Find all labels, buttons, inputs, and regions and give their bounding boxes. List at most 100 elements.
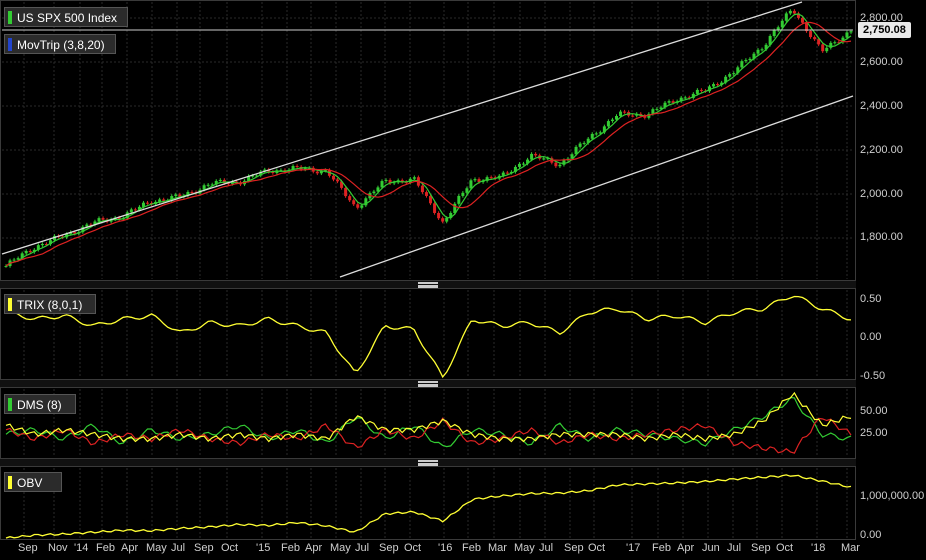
series-label-text: US SPX 500 Index — [17, 11, 118, 25]
candle-body — [558, 164, 562, 167]
candle-body — [469, 180, 473, 189]
candle-body — [772, 30, 776, 37]
candle-body — [562, 160, 566, 165]
time-axis-label: Apr — [121, 542, 139, 554]
time-axis-label: Sep — [751, 542, 771, 554]
candle-body — [699, 89, 703, 91]
candle-body — [162, 199, 166, 201]
candle-body — [683, 97, 687, 99]
candle-body — [4, 266, 8, 268]
candle-body — [445, 217, 449, 222]
time-axis-label: Sep — [379, 542, 399, 554]
candle-body — [12, 259, 16, 261]
time-axis-label: Oct — [776, 542, 794, 554]
candle-body — [344, 187, 348, 197]
candle-body — [821, 44, 825, 52]
candle-body — [623, 111, 627, 113]
time-axis-label: Feb — [281, 542, 300, 554]
candle-body — [97, 218, 101, 222]
candle-body — [825, 47, 829, 52]
candle-body — [522, 163, 526, 165]
candle-body — [433, 203, 437, 213]
candle-body — [517, 163, 521, 167]
candle-body — [372, 191, 376, 194]
candle-body — [744, 59, 748, 62]
time-axis-label: Feb — [652, 542, 671, 554]
candle-body — [756, 49, 760, 54]
candle-body — [424, 192, 428, 196]
candle-body — [146, 202, 150, 204]
time-axis-label: Oct — [588, 542, 606, 554]
candle-body — [384, 180, 388, 182]
candle-body — [740, 61, 744, 68]
time-axis-label: '14 — [74, 542, 89, 554]
candle-body — [352, 200, 356, 205]
candle-body — [542, 158, 546, 160]
candle-body — [760, 49, 764, 51]
candle-body — [360, 205, 364, 208]
series-color-swatch — [8, 11, 12, 24]
time-axis-label: Feb — [462, 542, 481, 554]
study-label-trix[interactable]: TRIX (8,0,1) — [4, 294, 96, 314]
time-axis-label: Mar — [488, 542, 507, 554]
candle-body — [315, 171, 319, 174]
series-label-spx[interactable]: US SPX 500 Index — [4, 7, 128, 27]
series-label-text: MovTrip (3,8,20) — [17, 38, 105, 52]
candle-body — [712, 84, 716, 87]
study-label-obv[interactable]: OBV — [4, 472, 62, 492]
candle-body — [174, 194, 178, 197]
slow-moving-average-line — [5, 21, 852, 267]
candle-body — [594, 133, 598, 135]
time-axis-label: Sep — [564, 542, 584, 554]
candle-body — [441, 218, 445, 222]
candle-body — [437, 212, 441, 219]
series-color-swatch — [8, 476, 12, 489]
candle-body — [728, 74, 732, 77]
time-axis-label: Jul — [727, 542, 742, 554]
candle-body — [784, 13, 788, 21]
time-axis-label: '17 — [626, 542, 641, 554]
time-axis-label: Oct — [404, 542, 422, 554]
candle-body — [809, 31, 813, 38]
series-label-movtrip[interactable]: MovTrip (3,8,20) — [4, 34, 116, 54]
time-axis-label: Jul — [355, 542, 370, 554]
candle-body — [534, 153, 538, 156]
candle-body — [133, 209, 137, 211]
time-axis-label: Sep — [194, 542, 214, 554]
candle-body — [190, 191, 194, 193]
candle-body — [631, 115, 635, 117]
candle-body — [578, 143, 582, 147]
time-axis-label: May — [514, 542, 535, 554]
adx-line — [5, 391, 852, 443]
candle-body — [16, 258, 20, 260]
candle-body — [206, 184, 210, 186]
candle-body — [582, 142, 586, 144]
candle-body — [473, 179, 477, 181]
candle-body — [800, 17, 804, 23]
candle-body — [489, 177, 493, 179]
candle-body — [716, 84, 720, 86]
study-label-dms[interactable]: DMS (8) — [4, 394, 76, 414]
time-axis-label: '16 — [438, 542, 453, 554]
candle-body — [218, 179, 222, 181]
time-axis-label: Jul — [539, 542, 554, 554]
candle-body — [461, 192, 465, 196]
candle-body — [748, 58, 752, 60]
candle-body — [336, 179, 340, 182]
candle-body — [295, 166, 299, 168]
time-axis-label: May — [146, 542, 167, 554]
time-axis-label: Jul — [171, 542, 186, 554]
candle-body — [356, 204, 360, 208]
candle-body — [845, 32, 849, 38]
chart-plot — [1, 1, 854, 539]
time-axis-label: '18 — [811, 542, 826, 554]
candle-body — [695, 89, 699, 94]
candle-body — [348, 196, 352, 201]
time-axis-label: Oct — [221, 542, 239, 554]
candle-body — [129, 209, 133, 213]
time-axis-label: '15 — [256, 542, 271, 554]
time-axis-label: Jun — [702, 542, 720, 554]
candle-body — [606, 121, 610, 127]
candle-body — [28, 250, 32, 253]
candle-body — [380, 181, 384, 188]
